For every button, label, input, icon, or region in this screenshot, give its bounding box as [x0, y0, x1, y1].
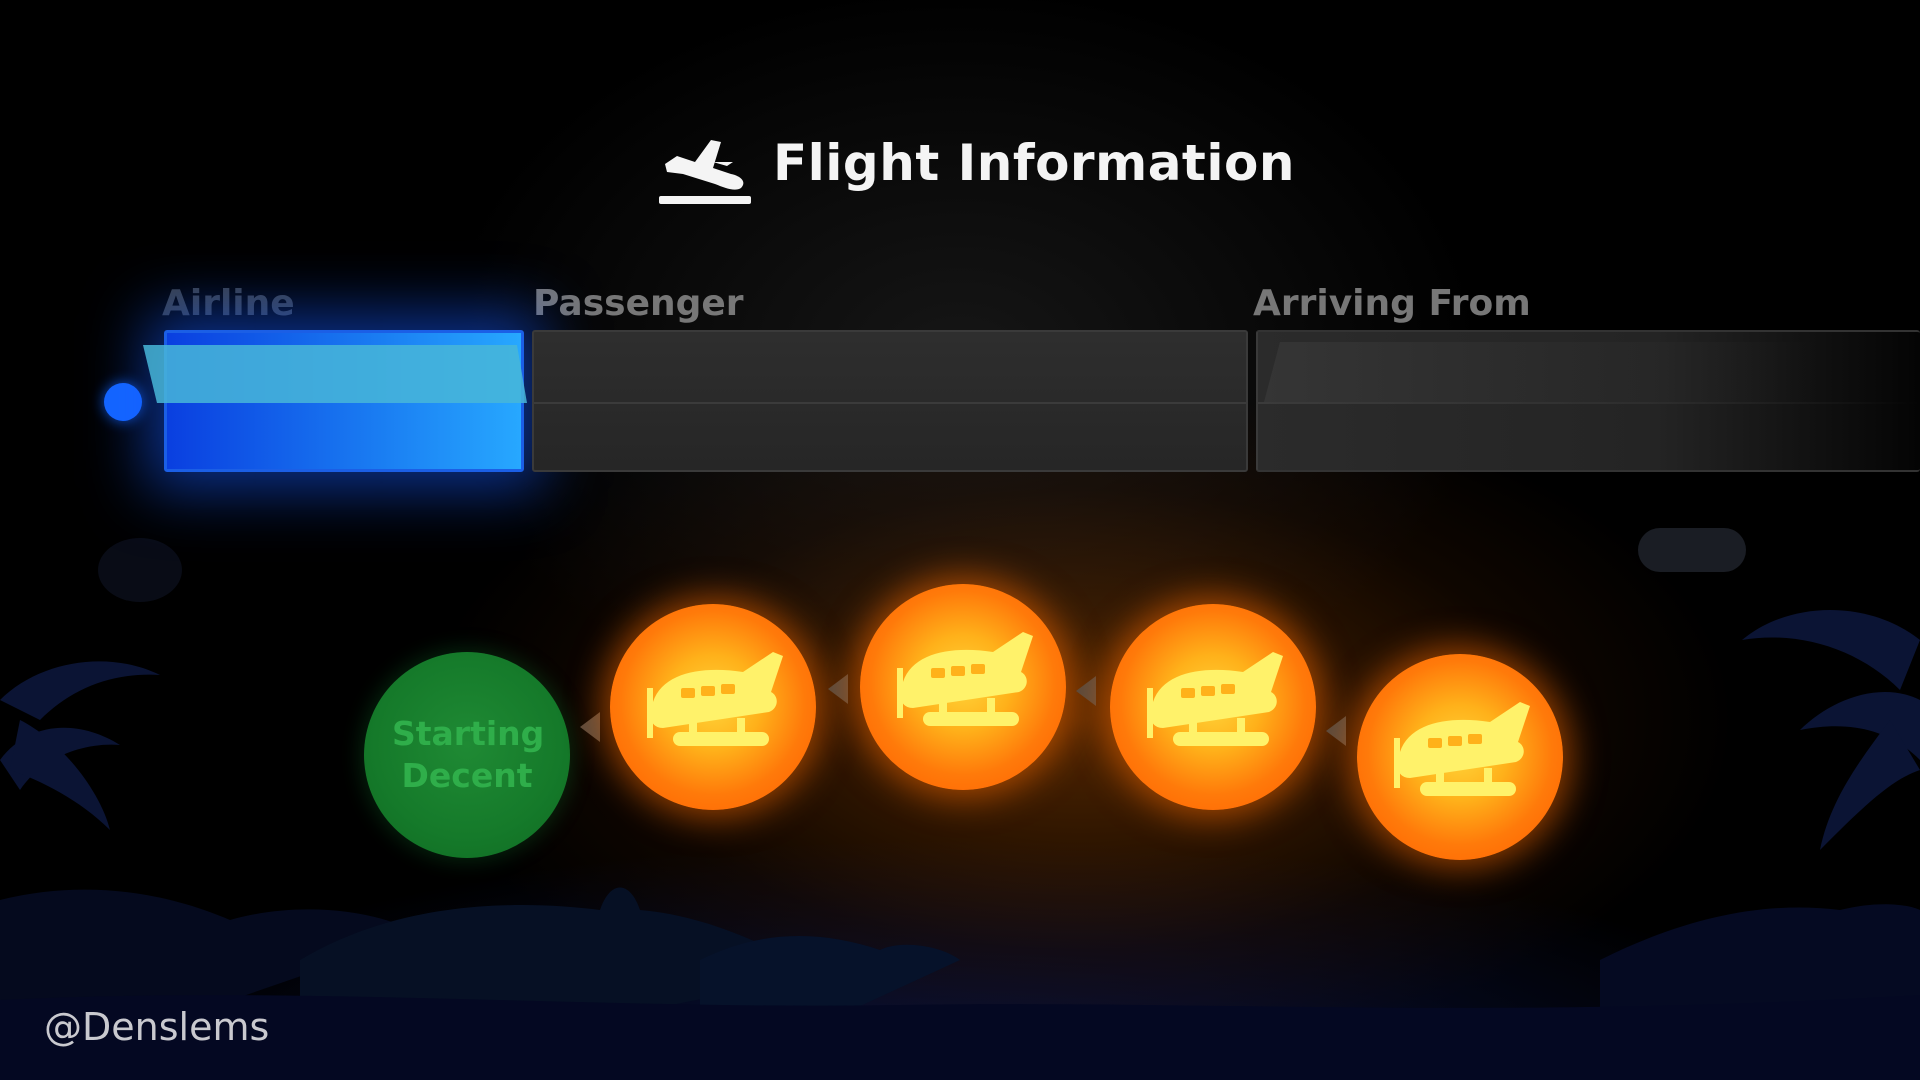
step-starting-descent-label: Starting Decent	[392, 714, 545, 795]
column-label-arriving-from: Arriving From	[1253, 283, 1531, 324]
arriving-from-field[interactable]	[1256, 330, 1920, 472]
column-label-airline: Airline	[162, 283, 295, 324]
header: Flight Information	[655, 118, 1295, 208]
seaplane-icon	[1394, 702, 1530, 796]
passenger-flap-divider	[534, 402, 1246, 404]
step-seaplane-3	[1110, 604, 1316, 810]
column-label-passenger: Passenger	[533, 283, 744, 324]
page-title: Flight Information	[773, 134, 1295, 192]
seaplane-icon	[1147, 652, 1283, 746]
seaplane-icon	[897, 632, 1033, 726]
step-seaplane-4	[1357, 654, 1563, 860]
step-seaplane-2	[860, 584, 1066, 790]
step-arrow	[1076, 676, 1096, 706]
arriving-from-flap-divider	[1258, 402, 1920, 404]
passenger-flap	[534, 332, 1246, 402]
flight-info-screen: Flight Information Airline Passenger Arr…	[0, 0, 1920, 1080]
step-arrow	[580, 712, 600, 742]
seaplane-icon	[647, 652, 783, 746]
row-indicator-dot	[104, 383, 142, 421]
step-arrow	[1326, 716, 1346, 746]
airline-field[interactable]	[143, 330, 527, 472]
airline-flap	[143, 345, 527, 403]
step-starting-descent: Starting Decent	[364, 652, 570, 858]
author-credit: @Denslems	[44, 1005, 270, 1049]
plane-landing-icon	[659, 140, 751, 204]
passenger-field[interactable]	[532, 330, 1248, 472]
step-arrow	[828, 674, 848, 704]
step-seaplane-1	[610, 604, 816, 810]
arriving-from-flap	[1264, 342, 1818, 402]
